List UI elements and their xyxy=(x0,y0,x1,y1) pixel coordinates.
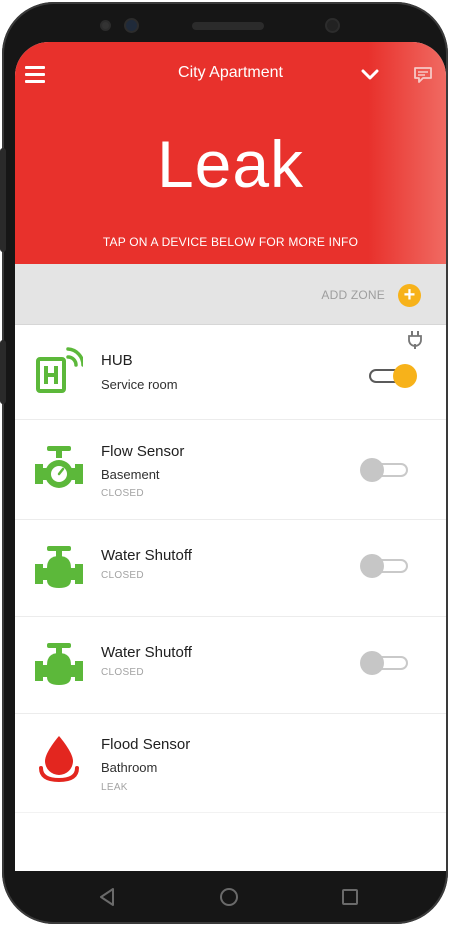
alarm-status: Leak xyxy=(156,127,305,201)
valve-icon xyxy=(35,643,83,685)
volume-button xyxy=(0,148,6,252)
device-toggle[interactable] xyxy=(360,553,412,579)
device-name: HUB xyxy=(101,352,133,369)
recents-icon[interactable] xyxy=(338,885,362,909)
device-name: Water Shutoff xyxy=(101,644,192,661)
device-state: LEAK xyxy=(101,782,128,793)
device-name: Flood Sensor xyxy=(101,736,191,753)
app-screen: City Apartment Leak TAP ON A DEVICE BELO… xyxy=(15,42,446,871)
add-zone-label[interactable]: ADD ZONE xyxy=(321,288,385,302)
valve-icon xyxy=(35,546,83,588)
add-zone-bar[interactable]: ADD ZONE + xyxy=(15,264,446,325)
flow-sensor-icon xyxy=(35,446,83,488)
device-location: Bathroom xyxy=(101,760,158,775)
device-row-water-shutoff[interactable]: Water Shutoff CLOSED xyxy=(15,520,446,617)
system-nav-bar xyxy=(15,871,446,924)
earpiece xyxy=(192,22,264,30)
location-title[interactable]: City Apartment xyxy=(15,64,446,82)
device-row-flow-sensor[interactable]: Flow Sensor Basement CLOSED xyxy=(15,420,446,520)
water-drop-icon xyxy=(39,736,79,782)
chat-icon[interactable] xyxy=(413,66,433,84)
chevron-down-icon[interactable] xyxy=(361,68,379,82)
device-row-hub[interactable]: HUB Service room xyxy=(15,325,446,420)
home-icon[interactable] xyxy=(217,885,241,909)
sensor xyxy=(327,20,338,31)
device-list: HUB Service room Flow Sensor Basement CL… xyxy=(15,325,446,813)
device-name: Flow Sensor xyxy=(101,443,185,460)
add-zone-button[interactable]: + xyxy=(398,284,421,307)
hint-text: TAP ON A DEVICE BELOW FOR MORE INFO xyxy=(102,235,359,249)
hub-icon xyxy=(36,347,83,393)
device-toggle[interactable] xyxy=(360,457,412,483)
device-name: Water Shutoff xyxy=(101,547,192,564)
front-camera xyxy=(126,20,137,31)
device-state: CLOSED xyxy=(101,570,144,581)
device-state: CLOSED xyxy=(101,667,144,678)
device-toggle[interactable] xyxy=(365,363,417,389)
proximity-sensor xyxy=(102,22,109,29)
device-location: Basement xyxy=(101,467,160,482)
status-header: City Apartment Leak TAP ON A DEVICE BELO… xyxy=(15,42,446,264)
device-row-flood-sensor[interactable]: Flood Sensor Bathroom LEAK xyxy=(15,714,446,813)
power-button xyxy=(0,340,6,404)
device-row-water-shutoff[interactable]: Water Shutoff CLOSED xyxy=(15,617,446,714)
plug-icon xyxy=(408,331,422,349)
device-location: Service room xyxy=(101,377,178,392)
device-toggle[interactable] xyxy=(360,650,412,676)
back-icon[interactable] xyxy=(95,885,119,909)
device-state: CLOSED xyxy=(101,488,144,499)
